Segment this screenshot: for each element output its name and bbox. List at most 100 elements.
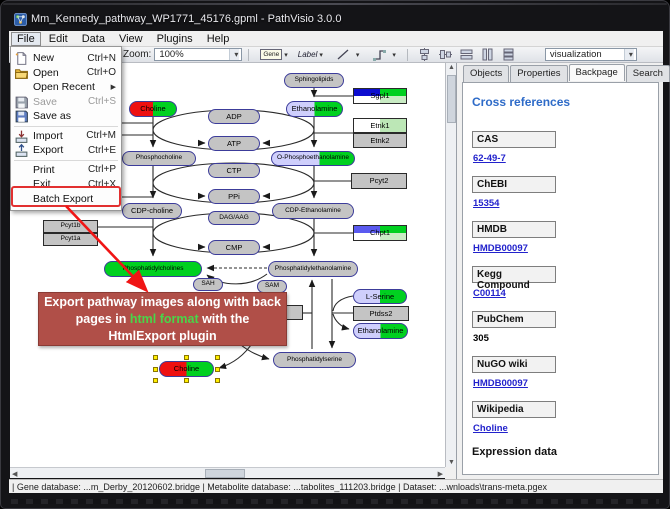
visualization-combobox[interactable]: visualization ▾ bbox=[545, 48, 637, 61]
pathway-node-pcyt1b[interactable]: Pcyt1b bbox=[43, 220, 98, 233]
scroll-right-icon[interactable]: ▶ bbox=[438, 470, 443, 478]
horizontal-scrollbar[interactable]: ◀ ▶ bbox=[10, 467, 445, 478]
file-menu-item-save-as[interactable]: Save as bbox=[11, 109, 121, 124]
xref-link[interactable]: HMDB00097 bbox=[473, 378, 658, 390]
align-center-vertical-icon[interactable] bbox=[438, 47, 453, 62]
save-icon bbox=[14, 95, 29, 109]
xref-section-wikipedia: Wikipedia bbox=[472, 401, 556, 418]
scroll-down-icon[interactable]: ▼ bbox=[448, 459, 455, 466]
pathway-node-cdp-choline[interactable]: CDP-choline bbox=[122, 203, 182, 219]
menu-item-accelerator: Ctrl+M bbox=[86, 130, 116, 141]
selection-handle[interactable] bbox=[153, 367, 158, 372]
selection-handle[interactable] bbox=[215, 367, 220, 372]
chevron-down-icon[interactable]: ▾ bbox=[356, 51, 360, 59]
selection-handle[interactable] bbox=[215, 355, 220, 360]
xref-link[interactable]: C00114 bbox=[473, 288, 658, 300]
menu-data[interactable]: Data bbox=[76, 32, 111, 46]
xref-link[interactable]: 62-49-7 bbox=[473, 153, 658, 165]
menu-edit[interactable]: Edit bbox=[43, 32, 74, 46]
pathway-node-pcyt2[interactable]: Pcyt2 bbox=[351, 173, 407, 189]
menu-view[interactable]: View bbox=[113, 32, 149, 46]
pathway-node-phosphatidylserine[interactable]: Phosphatidylserine bbox=[273, 352, 356, 368]
file-menu-item-open-recent[interactable]: Open Recent▶ bbox=[11, 80, 121, 95]
pathway-node-pisd-partial[interactable] bbox=[286, 305, 303, 320]
toolbar-separator bbox=[407, 49, 408, 61]
file-menu-item-open[interactable]: OpenCtrl+O bbox=[11, 66, 121, 81]
pathway-node-ethanolamine-top[interactable]: Ethanolamine bbox=[286, 101, 343, 117]
vertical-scrollbar[interactable]: ▲ ▼ bbox=[445, 63, 456, 467]
label-tool-button[interactable]: Label ▾ bbox=[295, 48, 326, 61]
menu-item-label: New bbox=[33, 52, 81, 64]
chevron-down-icon[interactable]: ▾ bbox=[624, 49, 634, 60]
pathway-node-etnk1[interactable]: Etnk1 bbox=[353, 118, 407, 133]
pathway-node-cmp[interactable]: CMP bbox=[208, 240, 260, 255]
common-width-icon[interactable] bbox=[459, 47, 474, 62]
pathway-node-l-serine[interactable]: L-Serine bbox=[353, 289, 407, 304]
menu-icon-empty bbox=[14, 80, 29, 94]
pathway-node-o-phosphoethanolamine[interactable]: O-Phosphoethanolamine bbox=[271, 151, 355, 166]
pathway-node-phosphatidylethanolamine[interactable]: Phosphatidylethanolamine bbox=[268, 261, 358, 277]
pathway-node-sah[interactable]: SAH bbox=[193, 278, 223, 291]
pathway-node-pcyt1a[interactable]: Pcyt1a bbox=[43, 233, 98, 246]
menu-plugins[interactable]: Plugins bbox=[151, 32, 199, 46]
pathway-node-ptdss2[interactable]: Ptdss2 bbox=[353, 306, 409, 321]
xref-link[interactable]: Choline bbox=[473, 423, 658, 435]
menu-separator bbox=[14, 126, 118, 127]
menu-item-label: Import bbox=[33, 130, 80, 142]
scroll-left-icon[interactable]: ◀ bbox=[12, 470, 17, 478]
pathway-node-sphingolipids[interactable]: Sphingolipids bbox=[284, 73, 344, 88]
file-menu-item-new[interactable]: New Ctrl+N bbox=[11, 51, 121, 66]
vertical-scrollbar-thumb[interactable] bbox=[447, 75, 456, 123]
file-menu-item-save[interactable]: SaveCtrl+S bbox=[11, 95, 121, 110]
pathway-node-chpt1[interactable]: Chpt1 bbox=[353, 225, 407, 241]
selection-handle[interactable] bbox=[184, 378, 189, 383]
zoom-combobox[interactable]: 100% ▾ bbox=[154, 48, 242, 61]
chevron-down-icon[interactable]: ▾ bbox=[284, 51, 288, 59]
connector-tool-button[interactable]: ▾ bbox=[366, 45, 399, 64]
tab-objects[interactable]: Objects bbox=[463, 65, 509, 82]
gene-datanode-tool-button[interactable]: Gene ▾ bbox=[257, 47, 290, 62]
chevron-down-icon[interactable]: ▾ bbox=[392, 51, 396, 59]
pathway-node-choline-top[interactable]: Choline bbox=[129, 101, 177, 117]
menu-file[interactable]: File bbox=[11, 32, 41, 46]
pathway-node-ctp[interactable]: CTP bbox=[208, 163, 260, 178]
tab-backpage[interactable]: Backpage bbox=[569, 64, 625, 81]
selection-handle[interactable] bbox=[215, 378, 220, 383]
tab-search[interactable]: Search bbox=[626, 65, 670, 82]
line-tool-button[interactable]: ▾ bbox=[330, 45, 363, 64]
common-height-icon[interactable] bbox=[480, 47, 495, 62]
tab-properties[interactable]: Properties bbox=[510, 65, 567, 82]
pathway-node-sgpl1[interactable]: Sgpl1 bbox=[353, 88, 407, 104]
pathway-node-ethanolamine-bottom[interactable]: Ethanolamine bbox=[353, 323, 408, 339]
xref-link[interactable]: HMDB00097 bbox=[473, 243, 658, 255]
pathway-node-cdp-ethanolamine[interactable]: CDP-Ethanolamine bbox=[272, 203, 354, 219]
xref-section-kegg-compound: Kegg Compound bbox=[472, 266, 556, 283]
stack-icon[interactable] bbox=[501, 47, 516, 62]
pathway-node-phosphatidylcholines[interactable]: Phosphatidylcholines bbox=[104, 261, 202, 277]
pathway-node-atp[interactable]: ATP bbox=[208, 136, 260, 151]
xref-section-chebi: ChEBI bbox=[472, 176, 556, 193]
file-menu-item-import[interactable]: Import Ctrl+M bbox=[11, 129, 121, 144]
menu-item-accelerator: Ctrl+N bbox=[87, 53, 116, 64]
pathway-node-phosphocholine[interactable]: Phosphocholine bbox=[122, 151, 196, 166]
menu-help[interactable]: Help bbox=[201, 32, 236, 46]
selection-handle[interactable] bbox=[153, 355, 158, 360]
selection-handle[interactable] bbox=[153, 378, 158, 383]
chevron-down-icon[interactable]: ▾ bbox=[319, 51, 323, 59]
pathway-node-adp[interactable]: ADP bbox=[208, 109, 260, 124]
pathway-node-etnk2[interactable]: Etnk2 bbox=[353, 133, 407, 148]
horizontal-scrollbar-thumb[interactable] bbox=[205, 469, 245, 478]
menu-item-label: Save as bbox=[33, 110, 110, 122]
file-menu-item-export[interactable]: ExportCtrl+E bbox=[11, 143, 121, 158]
selection-handle[interactable] bbox=[184, 355, 189, 360]
xref-link[interactable]: 15354 bbox=[473, 198, 658, 210]
scroll-up-icon[interactable]: ▲ bbox=[448, 64, 455, 71]
connector-tool-icon bbox=[372, 47, 387, 62]
align-center-horizontal-icon[interactable] bbox=[417, 47, 432, 62]
file-menu-item-print[interactable]: PrintCtrl+P bbox=[11, 163, 121, 178]
pathway-node-choline-selected[interactable]: Choline bbox=[159, 361, 214, 377]
pathway-node-dag-aag[interactable]: DAG/AAG bbox=[208, 211, 260, 225]
pathway-node-ppi[interactable]: PPi bbox=[208, 189, 260, 204]
chevron-down-icon[interactable]: ▾ bbox=[229, 49, 239, 60]
menu-separator bbox=[14, 160, 118, 161]
